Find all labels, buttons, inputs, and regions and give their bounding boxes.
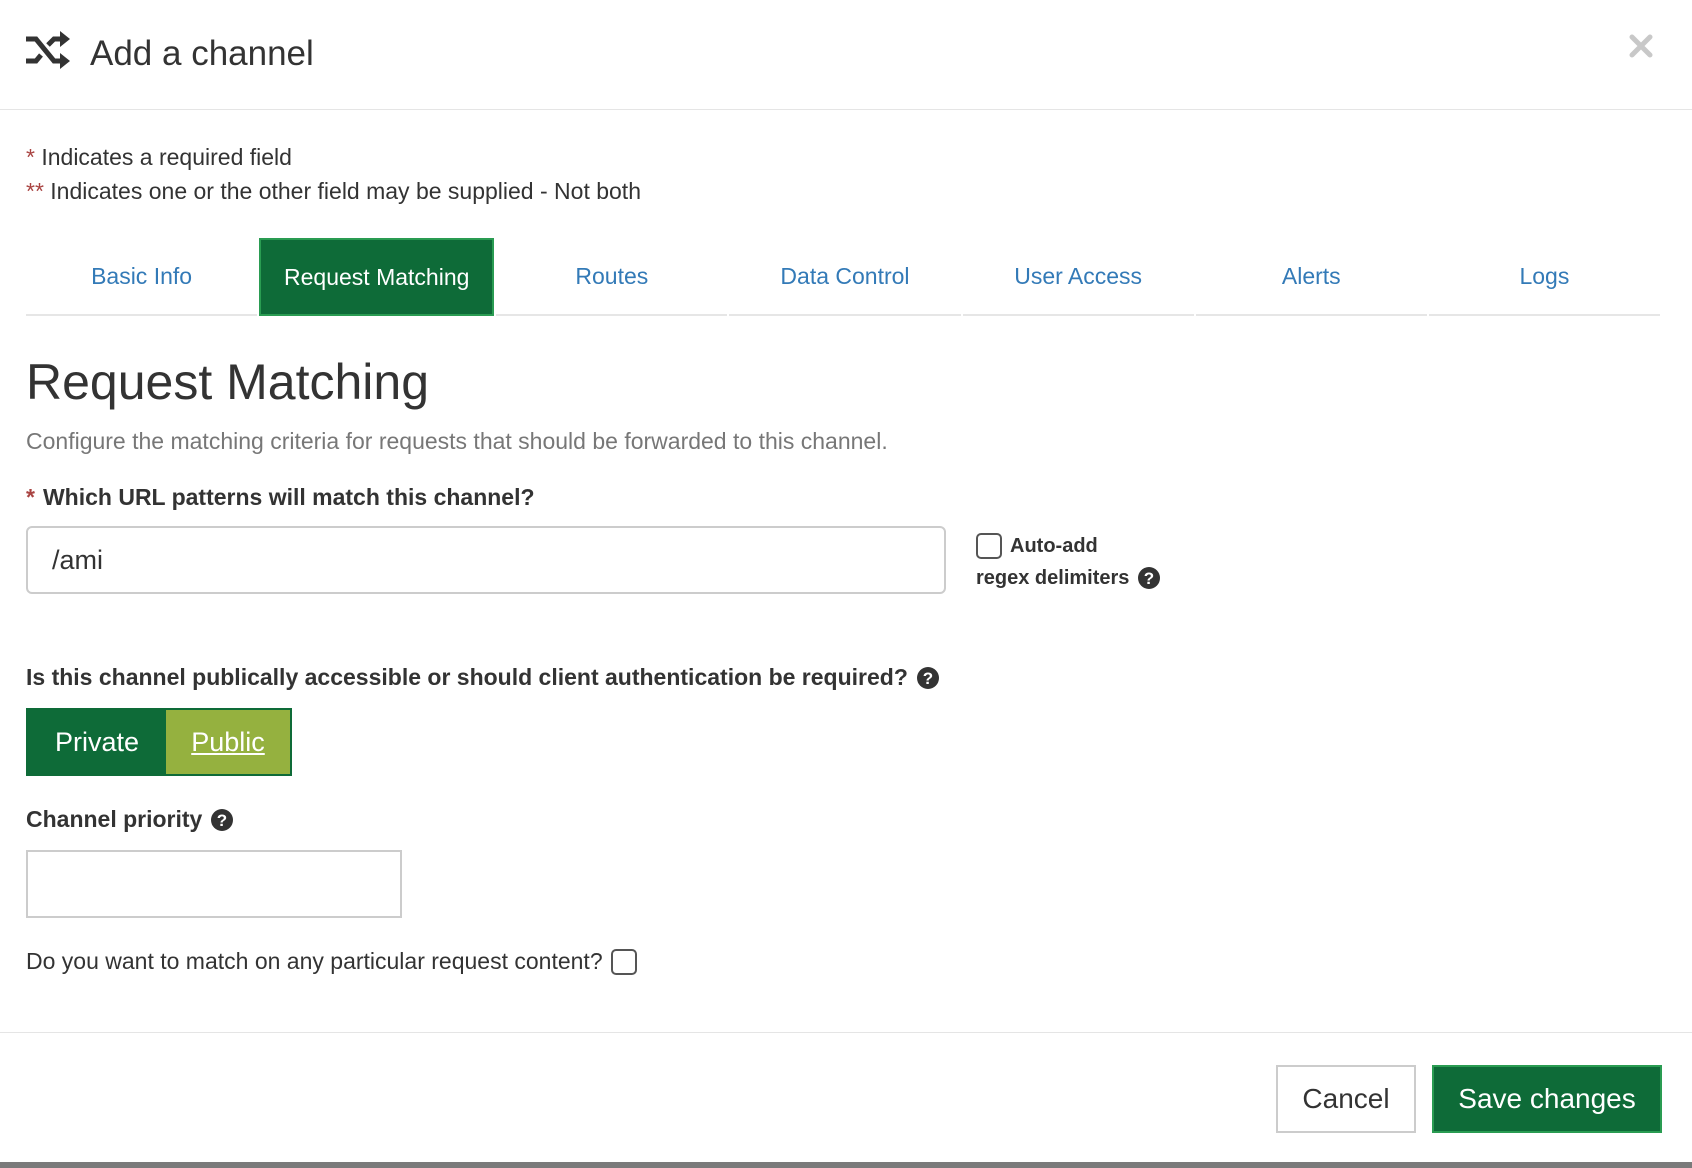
- access-label-text: Is this channel publically accessible or…: [26, 664, 908, 690]
- either-note-text: Indicates one or the other field may be …: [50, 178, 641, 204]
- regex-label-line2: regex delimiters: [976, 567, 1130, 589]
- svg-text:?: ?: [923, 669, 933, 688]
- public-option[interactable]: Public: [166, 710, 290, 774]
- regex-label-line1: Auto-add: [1010, 535, 1098, 557]
- url-required-marker: *: [26, 484, 35, 510]
- question-circle-icon[interactable]: ?: [916, 666, 940, 690]
- cancel-button[interactable]: Cancel: [1276, 1065, 1416, 1133]
- section-title: Request Matching: [26, 354, 430, 410]
- required-note-text: Indicates a required field: [41, 144, 292, 170]
- tab-logs[interactable]: Logs: [1428, 238, 1660, 316]
- save-changes-button[interactable]: Save changes: [1432, 1065, 1662, 1133]
- tab-bar: Basic Info Request Matching Routes Data …: [26, 238, 1662, 316]
- access-toggle: Private Public: [26, 708, 292, 776]
- question-circle-icon[interactable]: ?: [210, 808, 234, 832]
- tab-routes[interactable]: Routes: [496, 238, 728, 316]
- tab-user-access[interactable]: User Access: [962, 238, 1194, 316]
- required-marker: *: [26, 144, 35, 170]
- tab-data-control[interactable]: Data Control: [729, 238, 961, 316]
- modal-header: Add a channel: [0, 0, 1692, 110]
- url-patterns-label-text: Which URL patterns will match this chann…: [42, 484, 535, 510]
- priority-label: Channel priority ?: [26, 806, 234, 833]
- tab-basic-info[interactable]: Basic Info: [26, 238, 258, 316]
- section-description: Configure the matching criteria for requ…: [26, 428, 888, 454]
- svg-text:?: ?: [217, 811, 227, 830]
- tab-alerts[interactable]: Alerts: [1195, 238, 1427, 316]
- required-note: * Indicates a required field: [26, 140, 641, 174]
- modal-title: Add a channel: [90, 34, 314, 73]
- content-match-label: Do you want to match on any particular r…: [26, 948, 603, 974]
- url-patterns-label: * Which URL patterns will match this cha…: [26, 484, 535, 511]
- priority-label-text: Channel priority: [26, 806, 203, 832]
- either-note: ** Indicates one or the other field may …: [26, 174, 641, 208]
- svg-text:?: ?: [1144, 569, 1154, 588]
- close-icon[interactable]: [1626, 28, 1656, 64]
- shuffle-icon: [26, 31, 70, 69]
- content-match-option: Do you want to match on any particular r…: [26, 948, 637, 975]
- tab-request-matching[interactable]: Request Matching: [259, 238, 495, 316]
- content-match-checkbox[interactable]: [610, 948, 637, 975]
- access-label: Is this channel publically accessible or…: [26, 664, 940, 691]
- channel-priority-input[interactable]: [26, 850, 402, 918]
- either-marker: **: [26, 178, 44, 204]
- modal-footer: Cancel Save changes: [0, 1032, 1692, 1162]
- field-legend: * Indicates a required field ** Indicate…: [26, 140, 641, 208]
- private-option[interactable]: Private: [28, 710, 166, 774]
- add-channel-modal: Add a channel * Indicates a required fie…: [0, 0, 1692, 1162]
- regex-delimiters-checkbox[interactable]: [976, 533, 1002, 559]
- question-circle-icon[interactable]: ?: [1137, 566, 1161, 590]
- regex-delimiters-option: Auto-add regex delimiters ?: [976, 530, 1161, 594]
- url-pattern-input[interactable]: [26, 526, 946, 594]
